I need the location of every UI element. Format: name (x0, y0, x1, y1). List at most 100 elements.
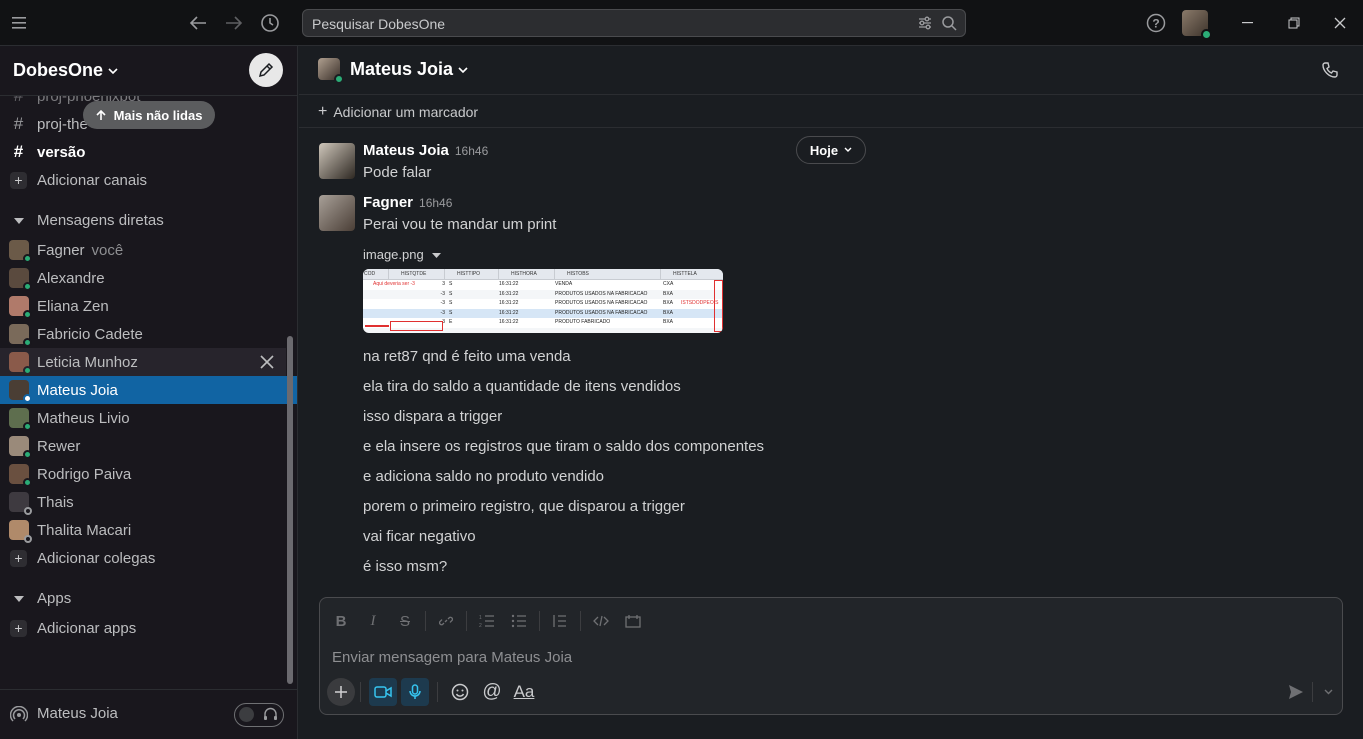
message-input[interactable]: Enviar mensagem para Mateus Joia (332, 649, 572, 666)
table-row: Aqui deveria ser -3 3 S 16:31:22 VENDA C… (363, 280, 723, 290)
huddle-icon[interactable] (9, 705, 29, 729)
message-text: Pode falar (363, 164, 432, 181)
message-time[interactable]: 16h46 (419, 196, 452, 210)
workspace-header[interactable]: DobesOne (0, 46, 297, 96)
message-author[interactable]: Fagner (363, 194, 413, 211)
add-bookmark-button[interactable]: + Adicionar um marcador (318, 103, 478, 121)
overlay-text: ISTSDODPEOIS (681, 300, 719, 307)
forward-arrow-icon[interactable] (222, 11, 246, 35)
formatting-toggle-button[interactable]: Aa (510, 678, 538, 706)
search-input[interactable]: Pesquisar DobesOne (312, 16, 445, 32)
headphones-icon (263, 707, 278, 727)
dm-item[interactable]: Eliana Zen (0, 292, 286, 320)
message-text: é isso msm? (363, 558, 448, 575)
dm-item[interactable]: Thais (0, 488, 286, 516)
code-block-icon[interactable] (623, 611, 643, 631)
hamburger-menu-icon[interactable] (8, 11, 32, 35)
video-clip-button[interactable] (369, 678, 397, 706)
blockquote-icon[interactable] (550, 611, 570, 631)
dm-item[interactable]: Fabricio Cadete (0, 320, 286, 348)
column-header: HISTQTDE (389, 269, 445, 279)
dm-item[interactable]: Thalita Macari (0, 516, 286, 544)
chevron-down-icon (844, 147, 852, 152)
code-icon[interactable] (591, 611, 611, 631)
column-header: COD (363, 269, 389, 279)
user-avatar[interactable] (1182, 10, 1212, 40)
dm-label: Alexandre (37, 269, 105, 287)
search-icon[interactable] (941, 15, 957, 36)
strikethrough-icon[interactable]: S (395, 611, 415, 631)
dm-item[interactable]: Rewer (0, 432, 286, 460)
help-icon[interactable]: ? (1144, 11, 1168, 35)
add-colleagues-button[interactable]: + Adicionar colegas (0, 544, 286, 572)
sidebar-channel[interactable]: # versão (0, 138, 286, 166)
dm-item[interactable]: Alexandre (0, 264, 286, 292)
annotation-highlight-box (390, 321, 443, 331)
restore-window-icon[interactable] (1282, 11, 1306, 35)
apps-section-header[interactable]: Apps (0, 584, 286, 612)
dm-label: Rodrigo Paiva (37, 465, 132, 483)
table-cell: S (449, 290, 453, 297)
workspace-name[interactable]: DobesOne (13, 60, 118, 81)
dm-item[interactable]: Mateus Joia (0, 376, 297, 404)
send-button[interactable] (1282, 678, 1310, 706)
huddle-toggle[interactable] (234, 703, 284, 727)
add-apps-button[interactable]: + Adicionar apps (0, 614, 286, 642)
sidebar-scrollbar[interactable] (287, 336, 293, 684)
channel-title[interactable]: Mateus Joia (350, 59, 468, 80)
table-cell: PRODUTOS USADOS NA FABRICACAO (555, 290, 648, 297)
search-filter-icon[interactable] (917, 15, 933, 36)
compose-button[interactable] (249, 53, 283, 87)
table-cell: 16:31:22 (499, 281, 519, 287)
message-text: porem o primeiro registro, que disparou … (363, 498, 685, 515)
dm-section-header[interactable]: Mensagens diretas (0, 206, 286, 234)
chevron-down-icon (108, 68, 118, 74)
attach-plus-button[interactable] (327, 678, 355, 706)
date-divider-button[interactable]: Hoje (796, 136, 866, 164)
audio-clip-button[interactable] (401, 678, 429, 706)
link-icon[interactable] (436, 611, 456, 631)
annotation-note: Aqui deveria ser -3 (373, 281, 415, 287)
minimize-window-icon[interactable] (1236, 11, 1260, 35)
ordered-list-icon[interactable]: 12 (477, 611, 497, 631)
microphone-icon (409, 684, 421, 699)
bold-icon[interactable]: B (331, 611, 351, 631)
table-row: -3 S 16:31:22 PRODUTOS USADOS NA FABRICA… (363, 308, 723, 319)
dm-item[interactable]: Rodrigo Paiva (0, 460, 286, 488)
search-bar[interactable]: Pesquisar DobesOne (302, 9, 966, 37)
add-channels-button[interactable]: + Adicionar canais (0, 166, 286, 194)
close-window-icon[interactable] (1328, 11, 1352, 35)
back-arrow-icon[interactable] (186, 11, 210, 35)
message-text: ela tira do saldo a quantidade de itens … (363, 378, 681, 395)
table-cell: BXA (663, 290, 674, 297)
hash-icon: # (13, 142, 24, 161)
avatar[interactable] (319, 195, 355, 231)
close-dm-icon[interactable] (260, 355, 274, 373)
schedule-send-dropdown[interactable] (1314, 678, 1342, 706)
dm-item[interactable]: Leticia Munhoz (0, 348, 286, 376)
table-cell: VENDA (555, 281, 573, 287)
plus-icon (335, 686, 347, 698)
avatar[interactable] (319, 143, 355, 179)
avatar (8, 492, 32, 515)
emoji-button[interactable] (446, 678, 474, 706)
more-unreads-button[interactable]: Mais não lidas (83, 101, 215, 129)
add-channels-label: Adicionar canais (37, 171, 148, 189)
dm-item[interactable]: Matheus Livio (0, 404, 286, 432)
divider (539, 611, 540, 631)
presence-online-icon (22, 338, 32, 347)
avatar (8, 380, 32, 403)
italic-icon[interactable]: I (363, 611, 383, 631)
message-time[interactable]: 16h46 (455, 144, 488, 158)
history-clock-icon[interactable] (258, 11, 282, 35)
table-cell: 16:31:22 (499, 319, 519, 326)
dm-item[interactable]: Fagner você (0, 236, 286, 264)
message-author[interactable]: Mateus Joia (363, 142, 449, 159)
call-phone-icon[interactable] (1321, 61, 1339, 84)
bulleted-list-icon[interactable] (509, 611, 529, 631)
date-label: Hoje (809, 142, 839, 158)
attachment-name[interactable]: image.png (363, 247, 442, 262)
attachment-image[interactable]: COD HISTQTDE HISTTIPO HISTHORA HISTOBS H… (363, 269, 723, 333)
footer-user-label[interactable]: Mateus Joia (37, 705, 118, 722)
mention-button[interactable]: @ (478, 678, 506, 706)
